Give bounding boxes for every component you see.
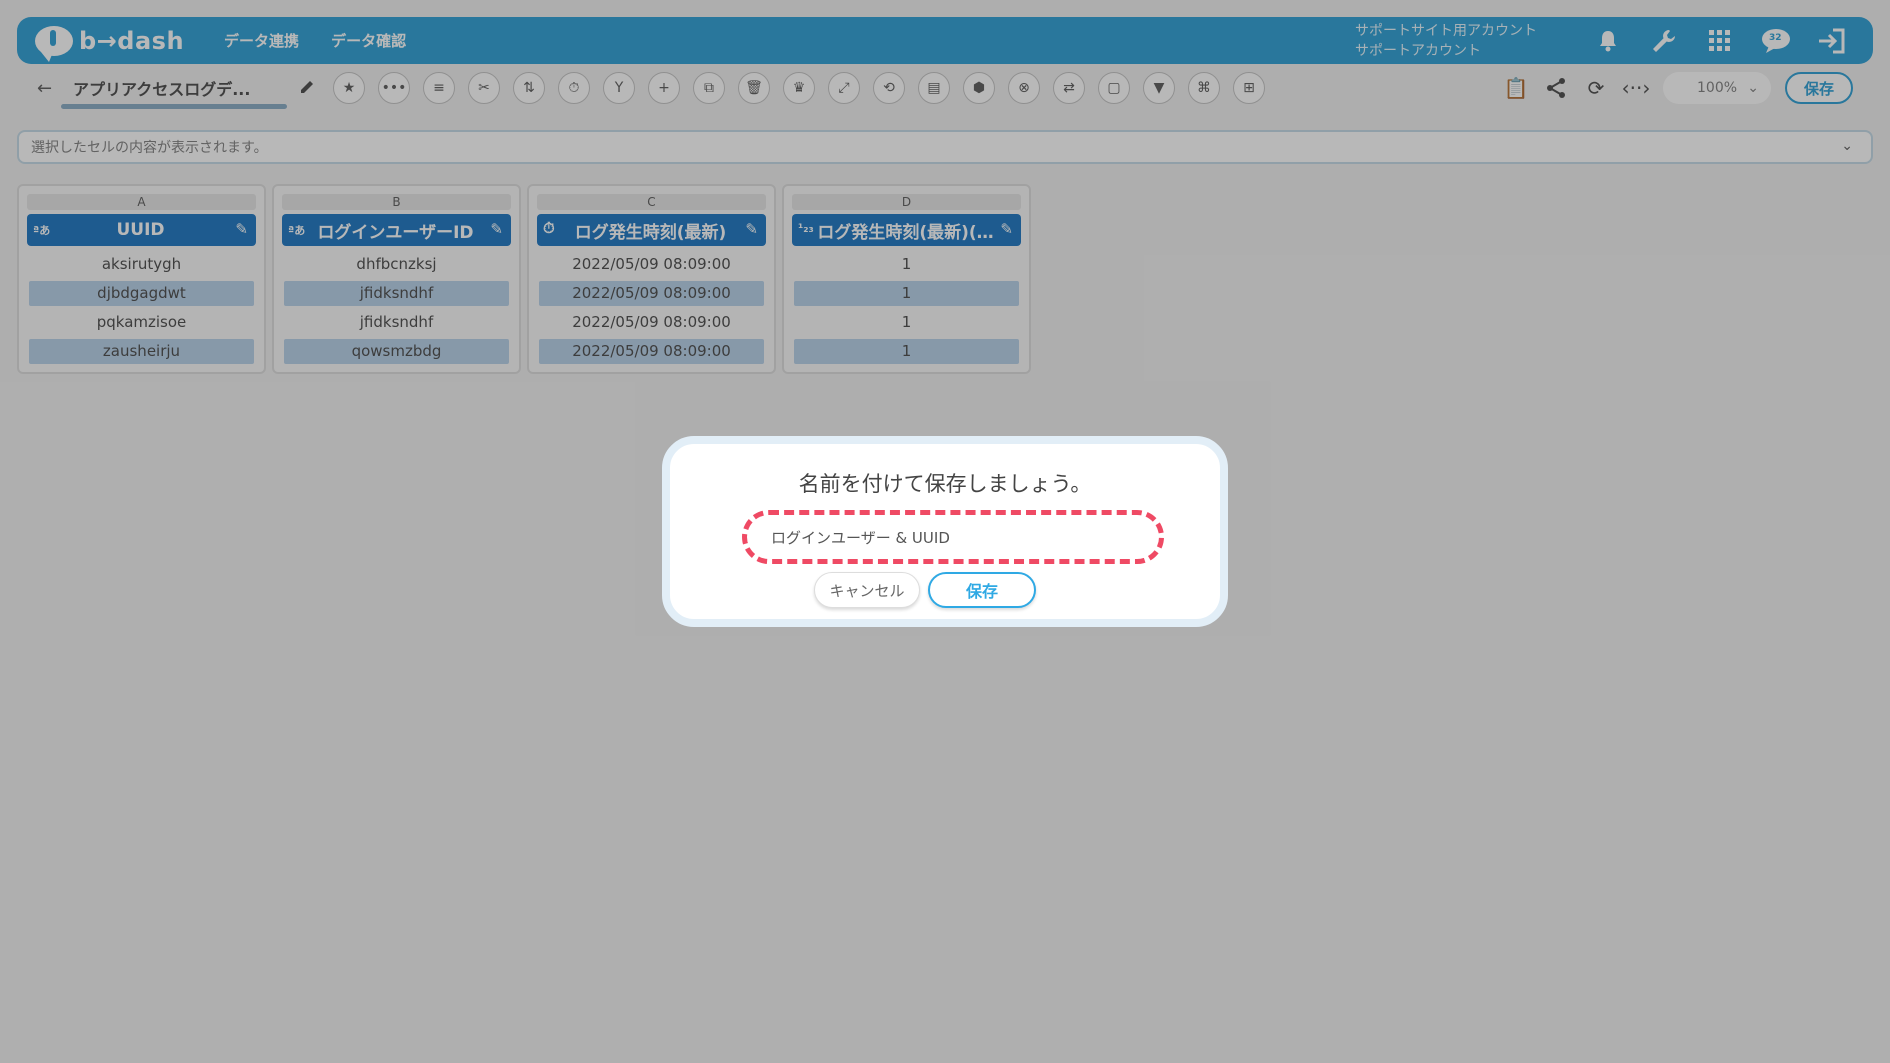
cancel-button[interactable]: キャンセル bbox=[814, 572, 920, 608]
dialog-title: 名前を付けて保存しましょう。 bbox=[798, 472, 1092, 496]
save-name-dialog: 名前を付けて保存しましょう。 キャンセル 保存 bbox=[662, 436, 1228, 627]
name-input[interactable] bbox=[742, 510, 1164, 564]
dialog-buttons: キャンセル 保存 bbox=[670, 572, 1220, 608]
dialog-save-button[interactable]: 保存 bbox=[928, 572, 1036, 608]
